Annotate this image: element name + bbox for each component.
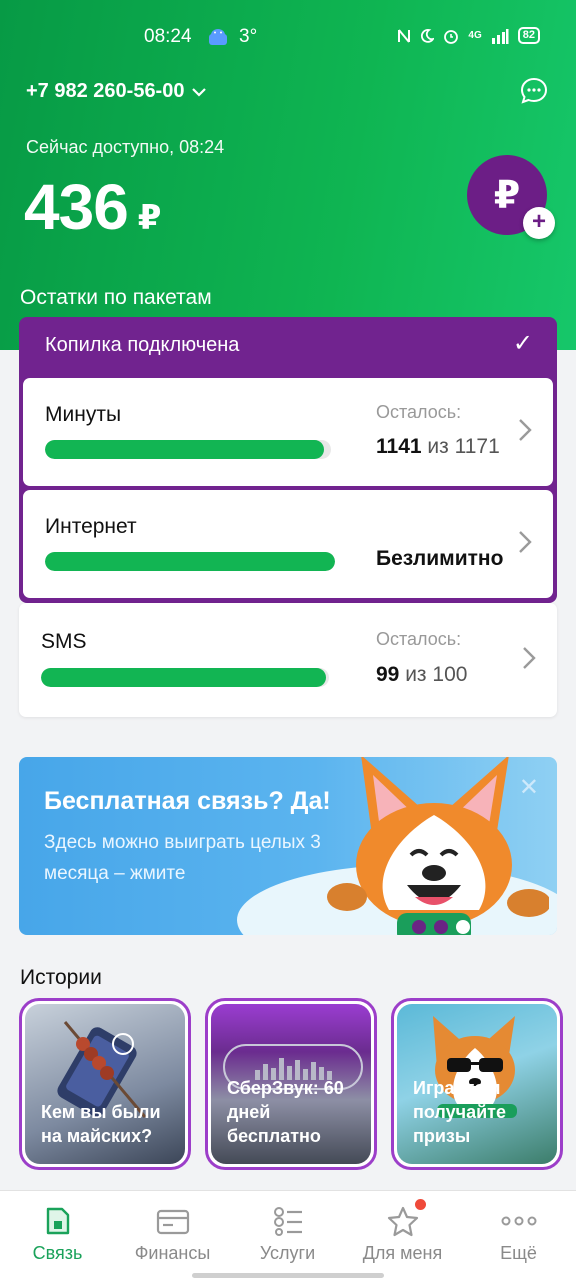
- package-card-internet[interactable]: Интернет Безлимитно: [23, 490, 553, 598]
- corgi-mascot-illustration: [327, 757, 549, 935]
- package-progress-bar: [41, 668, 329, 687]
- story-card[interactable]: СберЗвук: 60 дней бесплатно: [205, 998, 377, 1170]
- remaining-label: Осталось:: [376, 402, 462, 422]
- package-total: из 100: [405, 663, 468, 686]
- list-icon: [273, 1207, 302, 1236]
- story-image: Играйте и получайте призы: [397, 1004, 557, 1164]
- promo-banner[interactable]: Бесплатная связь? Да! Здесь можно выигра…: [19, 757, 557, 935]
- status-icons: 4G 82: [397, 27, 540, 44]
- nav-item-more[interactable]: Ещё: [461, 1205, 576, 1264]
- phone-number: +7 982 260-56-00: [26, 80, 185, 102]
- story-card[interactable]: Кем вы были на майских?: [19, 998, 191, 1170]
- remaining-label: Осталось:: [376, 629, 462, 649]
- signal-icon: [491, 28, 509, 44]
- chat-icon[interactable]: [519, 76, 549, 106]
- balance-value: 436: [24, 171, 129, 243]
- package-progress-bar: [45, 440, 331, 459]
- package-name: Минуты: [45, 403, 122, 426]
- nav-label: Связь: [32, 1243, 83, 1263]
- stories-title: Истории: [20, 966, 102, 989]
- story-image: СберЗвук: 60 дней бесплатно: [211, 1004, 371, 1164]
- balance-amount: 436 ₽: [24, 170, 162, 244]
- story-label: Играйте и получайте призы: [413, 1078, 506, 1146]
- plus-icon: +: [523, 207, 555, 239]
- ruble-icon: ₽: [493, 174, 521, 217]
- nav-label: Финансы: [134, 1243, 211, 1263]
- package-total: из 1171: [427, 435, 500, 458]
- package-progress-fill: [45, 440, 324, 459]
- chevron-right-icon: [519, 419, 532, 441]
- package-remaining: 1141: [376, 435, 422, 458]
- bottom-navigation: Связь Финансы Услуги Для меня Ещё: [0, 1190, 576, 1280]
- sim-card-icon: [46, 1207, 69, 1235]
- packages-title: Остатки по пакетам: [20, 286, 212, 309]
- battery-icon: 82: [517, 27, 540, 44]
- phone-number-selector[interactable]: +7 982 260-56-00: [26, 80, 207, 103]
- nav-item-svyaz[interactable]: Связь: [0, 1205, 115, 1264]
- available-label: Сейчас доступно, 08:24: [26, 137, 225, 157]
- nav-item-finance[interactable]: Финансы: [115, 1205, 230, 1264]
- status-time: 08:24: [144, 26, 192, 47]
- package-value: 1141 из 1171: [376, 435, 500, 459]
- nav-label: Ещё: [500, 1243, 537, 1263]
- story-label: СберЗвук: 60 дней бесплатно: [227, 1078, 344, 1146]
- package-card-sms[interactable]: SMS Осталось: 99 из 100: [19, 603, 557, 717]
- moon-icon: [421, 28, 435, 43]
- nav-label: Услуги: [259, 1243, 316, 1263]
- kopilka-label: Копилка подключена: [45, 334, 240, 356]
- nfc-icon: [398, 28, 411, 43]
- package-name: Интернет: [45, 515, 137, 538]
- nav-item-for-me[interactable]: Для меня: [345, 1199, 460, 1264]
- package-value: 99 из 100: [376, 663, 467, 687]
- check-icon: ✓: [512, 330, 533, 357]
- status-temperature: 3°: [239, 26, 258, 47]
- nav-item-services[interactable]: Услуги: [230, 1205, 345, 1264]
- package-name: SMS: [41, 630, 87, 653]
- star-icon: [387, 1206, 418, 1237]
- story-label: Кем вы были на майских?: [41, 1102, 161, 1146]
- package-card-minutes[interactable]: Минуты Осталось: 1141 из 1171: [23, 378, 553, 486]
- balance-currency: ₽: [137, 199, 162, 237]
- package-remaining: Безлимитно: [376, 547, 504, 570]
- alarm-icon: [444, 29, 459, 44]
- chevron-right-icon: [523, 647, 536, 669]
- story-card[interactable]: Играйте и получайте призы: [391, 998, 563, 1170]
- chevron-down-icon: [192, 87, 207, 97]
- nav-label: Для меня: [362, 1243, 443, 1263]
- promo-text: Здесь можно выиграть целых 3 месяца – жм…: [44, 832, 321, 884]
- chevron-right-icon: [519, 531, 532, 553]
- notification-badge: [415, 1199, 426, 1210]
- package-progress-fill: [45, 552, 335, 571]
- package-remaining: 99: [376, 663, 400, 686]
- more-icon: [501, 1216, 536, 1226]
- package-progress-fill: [41, 668, 327, 687]
- close-icon[interactable]: ✕: [519, 773, 539, 802]
- package-value: Безлимитно: [376, 547, 503, 571]
- story-image: Кем вы были на майских?: [25, 1004, 185, 1164]
- promo-title: Бесплатная связь? Да!: [44, 787, 331, 815]
- package-progress-bar: [45, 552, 335, 571]
- android-icon: [209, 29, 227, 45]
- wallet-icon: [156, 1209, 189, 1235]
- network-type: 4G: [468, 30, 482, 41]
- topup-button[interactable]: ₽ +: [467, 155, 555, 239]
- home-indicator: [192, 1273, 384, 1278]
- status-bar: 08:24 3° 4G 82: [0, 20, 576, 54]
